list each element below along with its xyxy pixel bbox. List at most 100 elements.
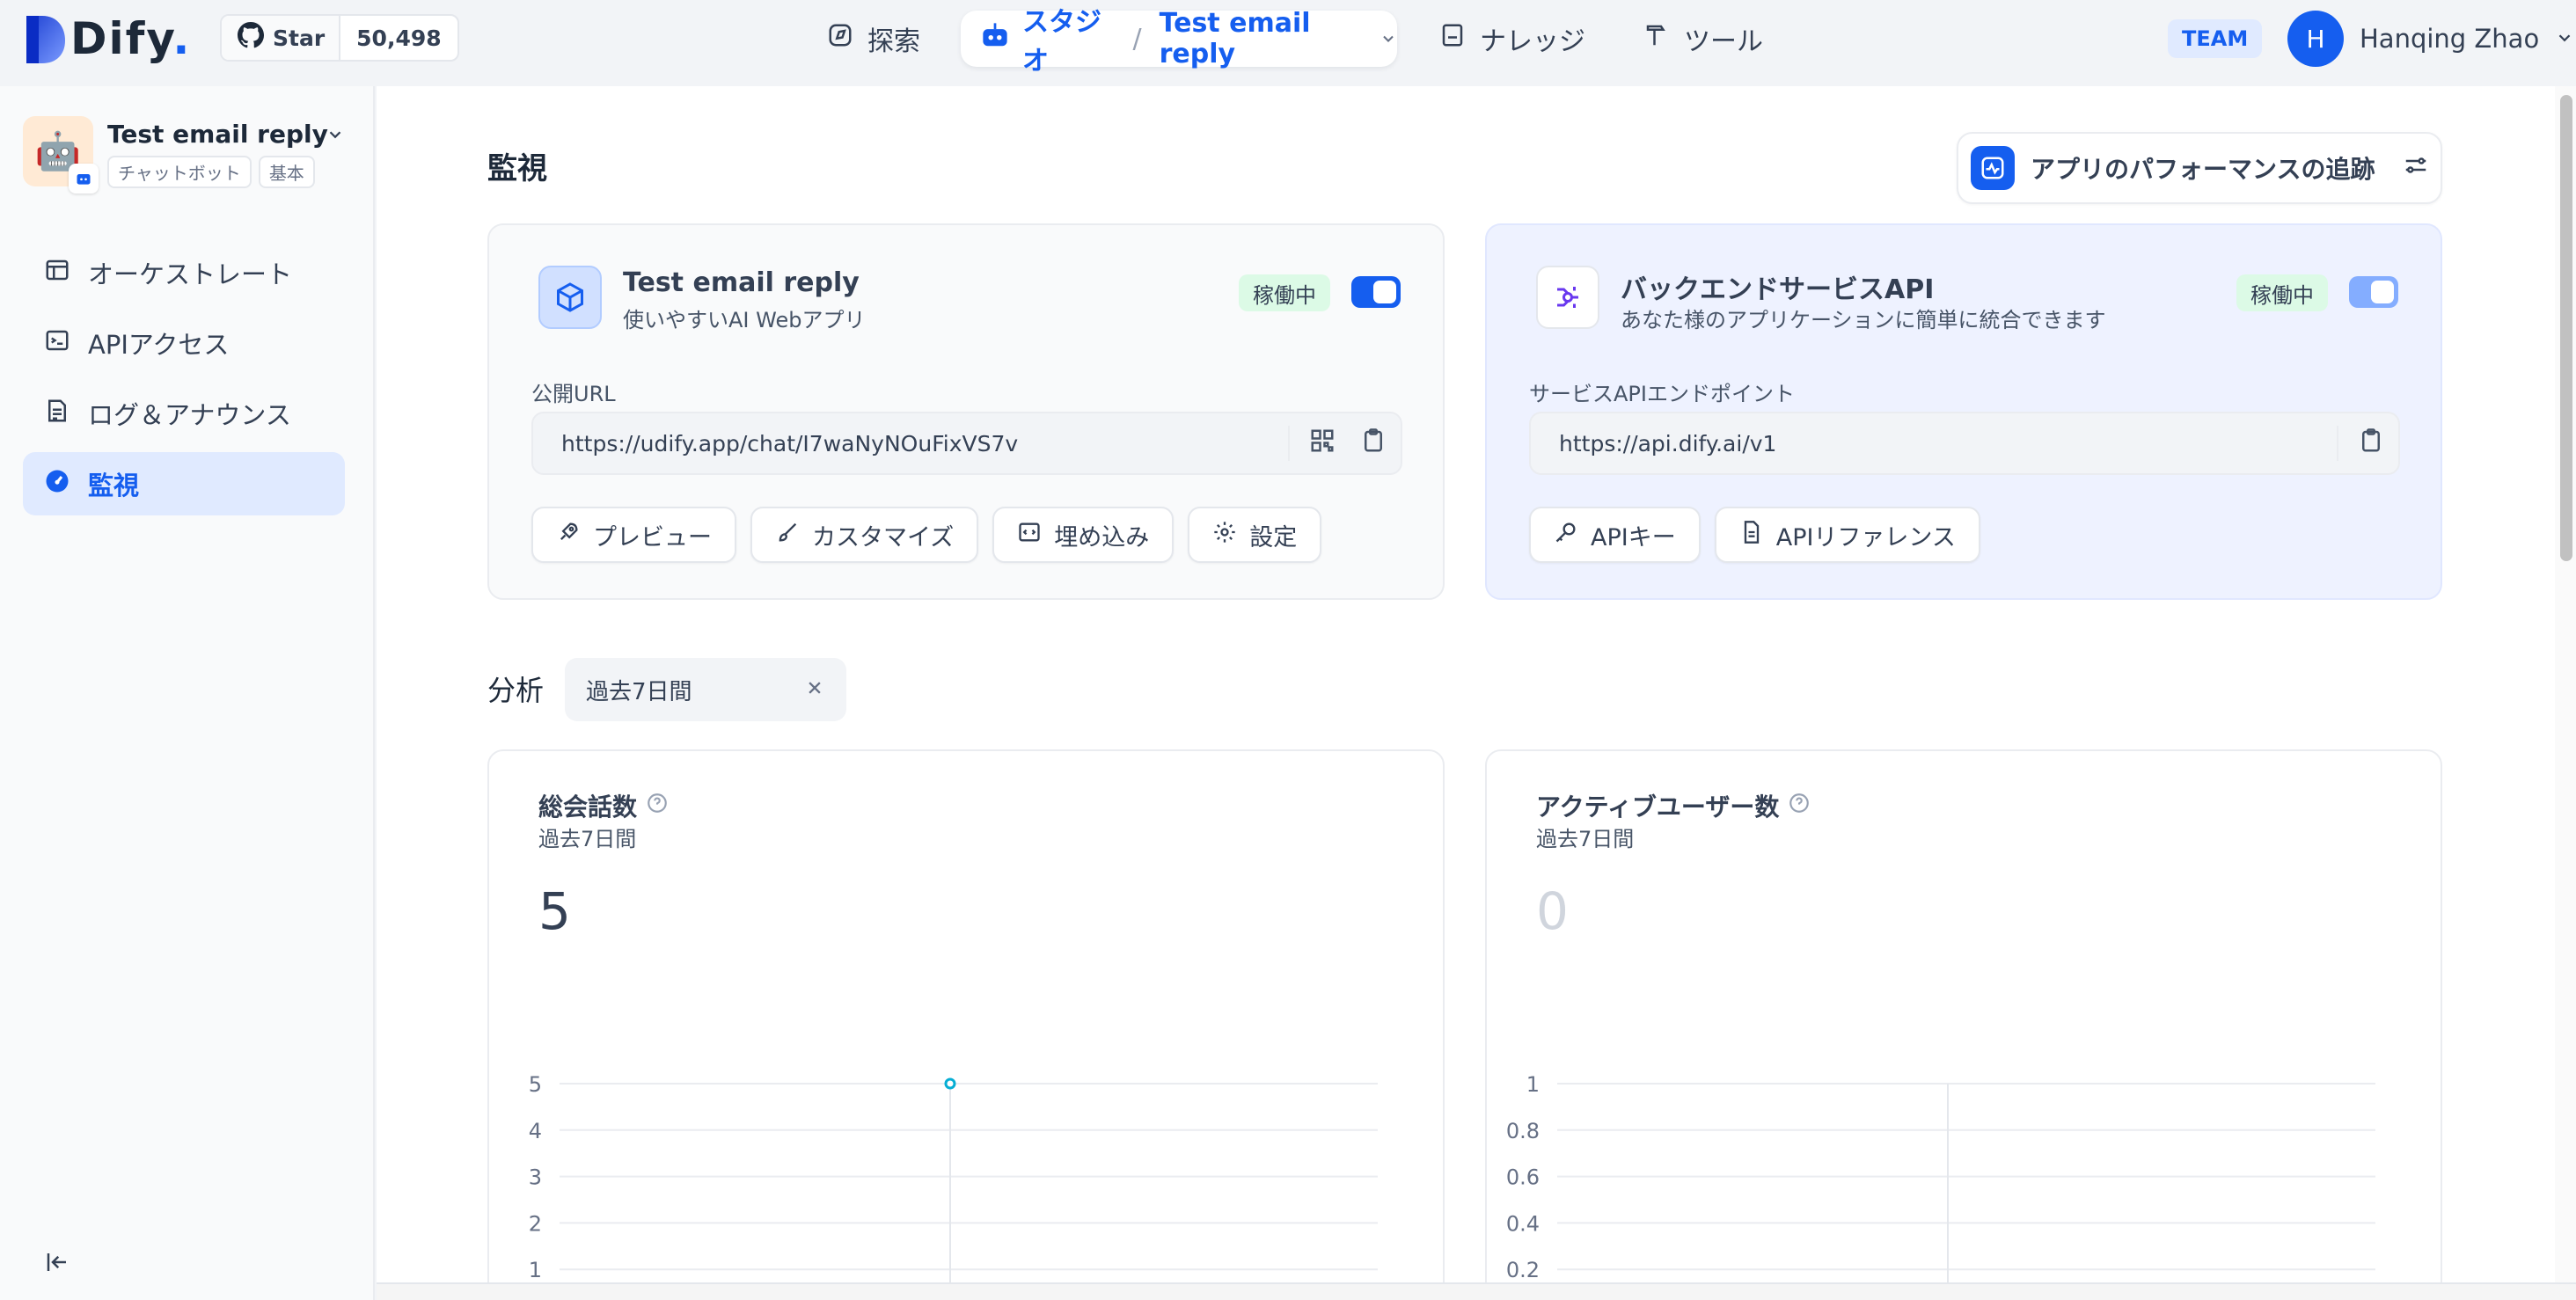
app-type-tag: 基本 xyxy=(258,156,315,188)
book-icon xyxy=(1439,22,1466,55)
sidebar: 🤖 Test email reply チャットボット 基本 オーケストレート A… xyxy=(0,86,375,1300)
preview-button[interactable]: プレビュー xyxy=(531,507,736,563)
log-icon xyxy=(44,398,70,430)
document-icon xyxy=(1739,520,1764,551)
chevron-down-icon xyxy=(2555,24,2574,54)
chevron-down-icon[interactable] xyxy=(1379,24,1397,55)
activity-icon xyxy=(1971,146,2015,190)
analysis-label: 分析 xyxy=(487,674,545,707)
vertical-scrollbar[interactable] xyxy=(2555,86,2576,1282)
period-select[interactable]: 過去7日間 xyxy=(565,658,846,721)
public-url-value: https://udify.app/chat/I7waNyNOuFixVS7v xyxy=(561,430,1019,456)
top-nav: Dify. Star 50,498 探索 スタジオ / Test email r… xyxy=(0,0,2576,86)
avatar: H xyxy=(2287,11,2344,67)
app-name: Test email reply xyxy=(107,120,328,149)
robot-icon xyxy=(980,22,1010,55)
current-app-selector[interactable]: Test email reply xyxy=(1160,8,1367,69)
chart-plot: 543210Oct 30, 2024 xyxy=(529,1072,1378,1282)
star-label: Star xyxy=(273,25,326,51)
api-reference-button[interactable]: APIリファレンス xyxy=(1714,507,1980,563)
user-menu[interactable]: H Hanqing Zhao xyxy=(2287,11,2574,67)
page-title: 監視 xyxy=(487,151,547,186)
brand-name: Dify. xyxy=(70,13,192,64)
y-tick-label: 0.6 xyxy=(1506,1165,1540,1190)
webapp-title: Test email reply xyxy=(623,267,860,298)
sidebar-item-api-access[interactable]: APIアクセス xyxy=(23,311,345,375)
collapse-sidebar-icon[interactable] xyxy=(44,1249,70,1279)
key-icon xyxy=(1554,520,1578,551)
y-tick-label: 0.8 xyxy=(1506,1119,1540,1143)
embed-icon xyxy=(1017,520,1042,551)
app-info[interactable]: 🤖 Test email reply チャットボット 基本 xyxy=(23,116,328,194)
period-value: 過去7日間 xyxy=(586,678,692,705)
chevron-down-icon[interactable] xyxy=(326,125,345,148)
brush-icon xyxy=(775,520,800,551)
main-panel: 監視 アプリのパフォーマンスの追跡 Test email reply 使いやすい… xyxy=(377,86,2555,1282)
api-key-button[interactable]: APIキー xyxy=(1529,507,1701,563)
status-badge: 稼働中 xyxy=(1239,274,1330,311)
chatbot-badge-icon xyxy=(69,164,99,194)
sidebar-item-logs[interactable]: ログ＆アナウンス xyxy=(23,382,345,445)
breadcrumb-separator: / xyxy=(1132,23,1142,55)
api-connection-icon xyxy=(1536,266,1599,329)
data-point xyxy=(944,1077,956,1090)
dify-logo-mark-icon xyxy=(25,12,67,65)
nav-tools[interactable]: ツール xyxy=(1643,12,1763,65)
compass-icon xyxy=(827,22,853,55)
sidebar-item-orchestrate[interactable]: オーケストレート xyxy=(23,241,345,304)
api-title: バックエンドサービスAPI xyxy=(1621,274,1935,305)
star-count: 50,498 xyxy=(356,25,442,51)
api-card: バックエンドサービスAPI あなた様のアプリケーションに簡単に統合できます 稼働… xyxy=(1485,223,2442,600)
nav-studio[interactable]: スタジオ / Test email reply xyxy=(961,7,1397,77)
embed-button[interactable]: 埋め込み xyxy=(992,507,1175,563)
clear-icon[interactable] xyxy=(802,676,827,706)
active-users-chart: アクティブユーザー数 過去7日間 0 10.80.60.40.20Oct 30,… xyxy=(1485,749,2442,1282)
github-icon xyxy=(238,22,265,54)
app-mode-tag: チャットボット xyxy=(107,156,252,188)
team-badge: TEAM xyxy=(2168,19,2263,58)
layout-icon xyxy=(44,257,70,289)
api-endpoint-value: https://api.dify.ai/v1 xyxy=(1559,430,1777,456)
y-tick-label: 4 xyxy=(529,1119,542,1143)
api-endpoint-field[interactable]: https://api.dify.ai/v1 xyxy=(1529,412,2400,475)
copy-icon[interactable] xyxy=(1360,427,1387,459)
horizontal-scrollbar[interactable] xyxy=(377,1282,2576,1300)
chart-plot: 10.80.60.40.20Oct 30, 2024 xyxy=(1506,1072,2375,1282)
y-tick-label: 3 xyxy=(529,1165,542,1190)
app-icon: 🤖 xyxy=(23,116,99,194)
studio-label: スタジオ xyxy=(1022,7,1101,77)
settings-button[interactable]: 設定 xyxy=(1188,507,1322,563)
api-subtitle: あなた様のアプリケーションに簡単に統合できます xyxy=(1621,308,2106,332)
dify-logo[interactable]: Dify. xyxy=(25,12,191,65)
api-endpoint-label: サービスAPIエンドポイント xyxy=(1529,382,1795,406)
customize-button[interactable]: カスタマイズ xyxy=(750,507,979,563)
gear-icon xyxy=(1212,520,1237,551)
y-tick-label: 1 xyxy=(529,1258,542,1282)
webapp-toggle[interactable] xyxy=(1351,276,1401,308)
scrollbar-thumb[interactable] xyxy=(2560,95,2572,561)
app-performance-tracking-button[interactable]: アプリのパフォーマンスの追跡 xyxy=(1957,132,2442,204)
webapp-card: Test email reply 使いやすいAI Webアプリ 稼働中 公開UR… xyxy=(487,223,1445,600)
github-star-button[interactable]: Star 50,498 xyxy=(220,14,459,62)
settings-sliders-icon[interactable] xyxy=(2403,152,2429,185)
gauge-icon xyxy=(44,468,70,500)
y-tick-label: 1 xyxy=(1526,1072,1540,1097)
rocket-icon xyxy=(556,520,581,551)
y-tick-label: 5 xyxy=(529,1072,542,1097)
terminal-icon xyxy=(44,327,70,360)
sidebar-item-monitoring[interactable]: 監視 xyxy=(23,452,345,515)
y-tick-label: 2 xyxy=(529,1211,542,1236)
y-tick-label: 0.4 xyxy=(1506,1211,1540,1236)
nav-explore[interactable]: 探索 xyxy=(827,12,920,65)
cube-icon xyxy=(538,266,602,329)
status-badge: 稼働中 xyxy=(2236,274,2328,311)
qr-code-icon[interactable] xyxy=(1309,427,1336,459)
copy-icon[interactable] xyxy=(2358,427,2384,459)
y-tick-label: 0.2 xyxy=(1506,1258,1540,1282)
user-name: Hanqing Zhao xyxy=(2360,24,2540,54)
hammer-icon xyxy=(1643,22,1670,55)
api-toggle[interactable] xyxy=(2349,276,2398,308)
nav-knowledge[interactable]: ナレッジ xyxy=(1439,12,1585,65)
public-url-field[interactable]: https://udify.app/chat/I7waNyNOuFixVS7v xyxy=(531,412,1402,475)
webapp-subtitle: 使いやすいAI Webアプリ xyxy=(623,308,866,332)
